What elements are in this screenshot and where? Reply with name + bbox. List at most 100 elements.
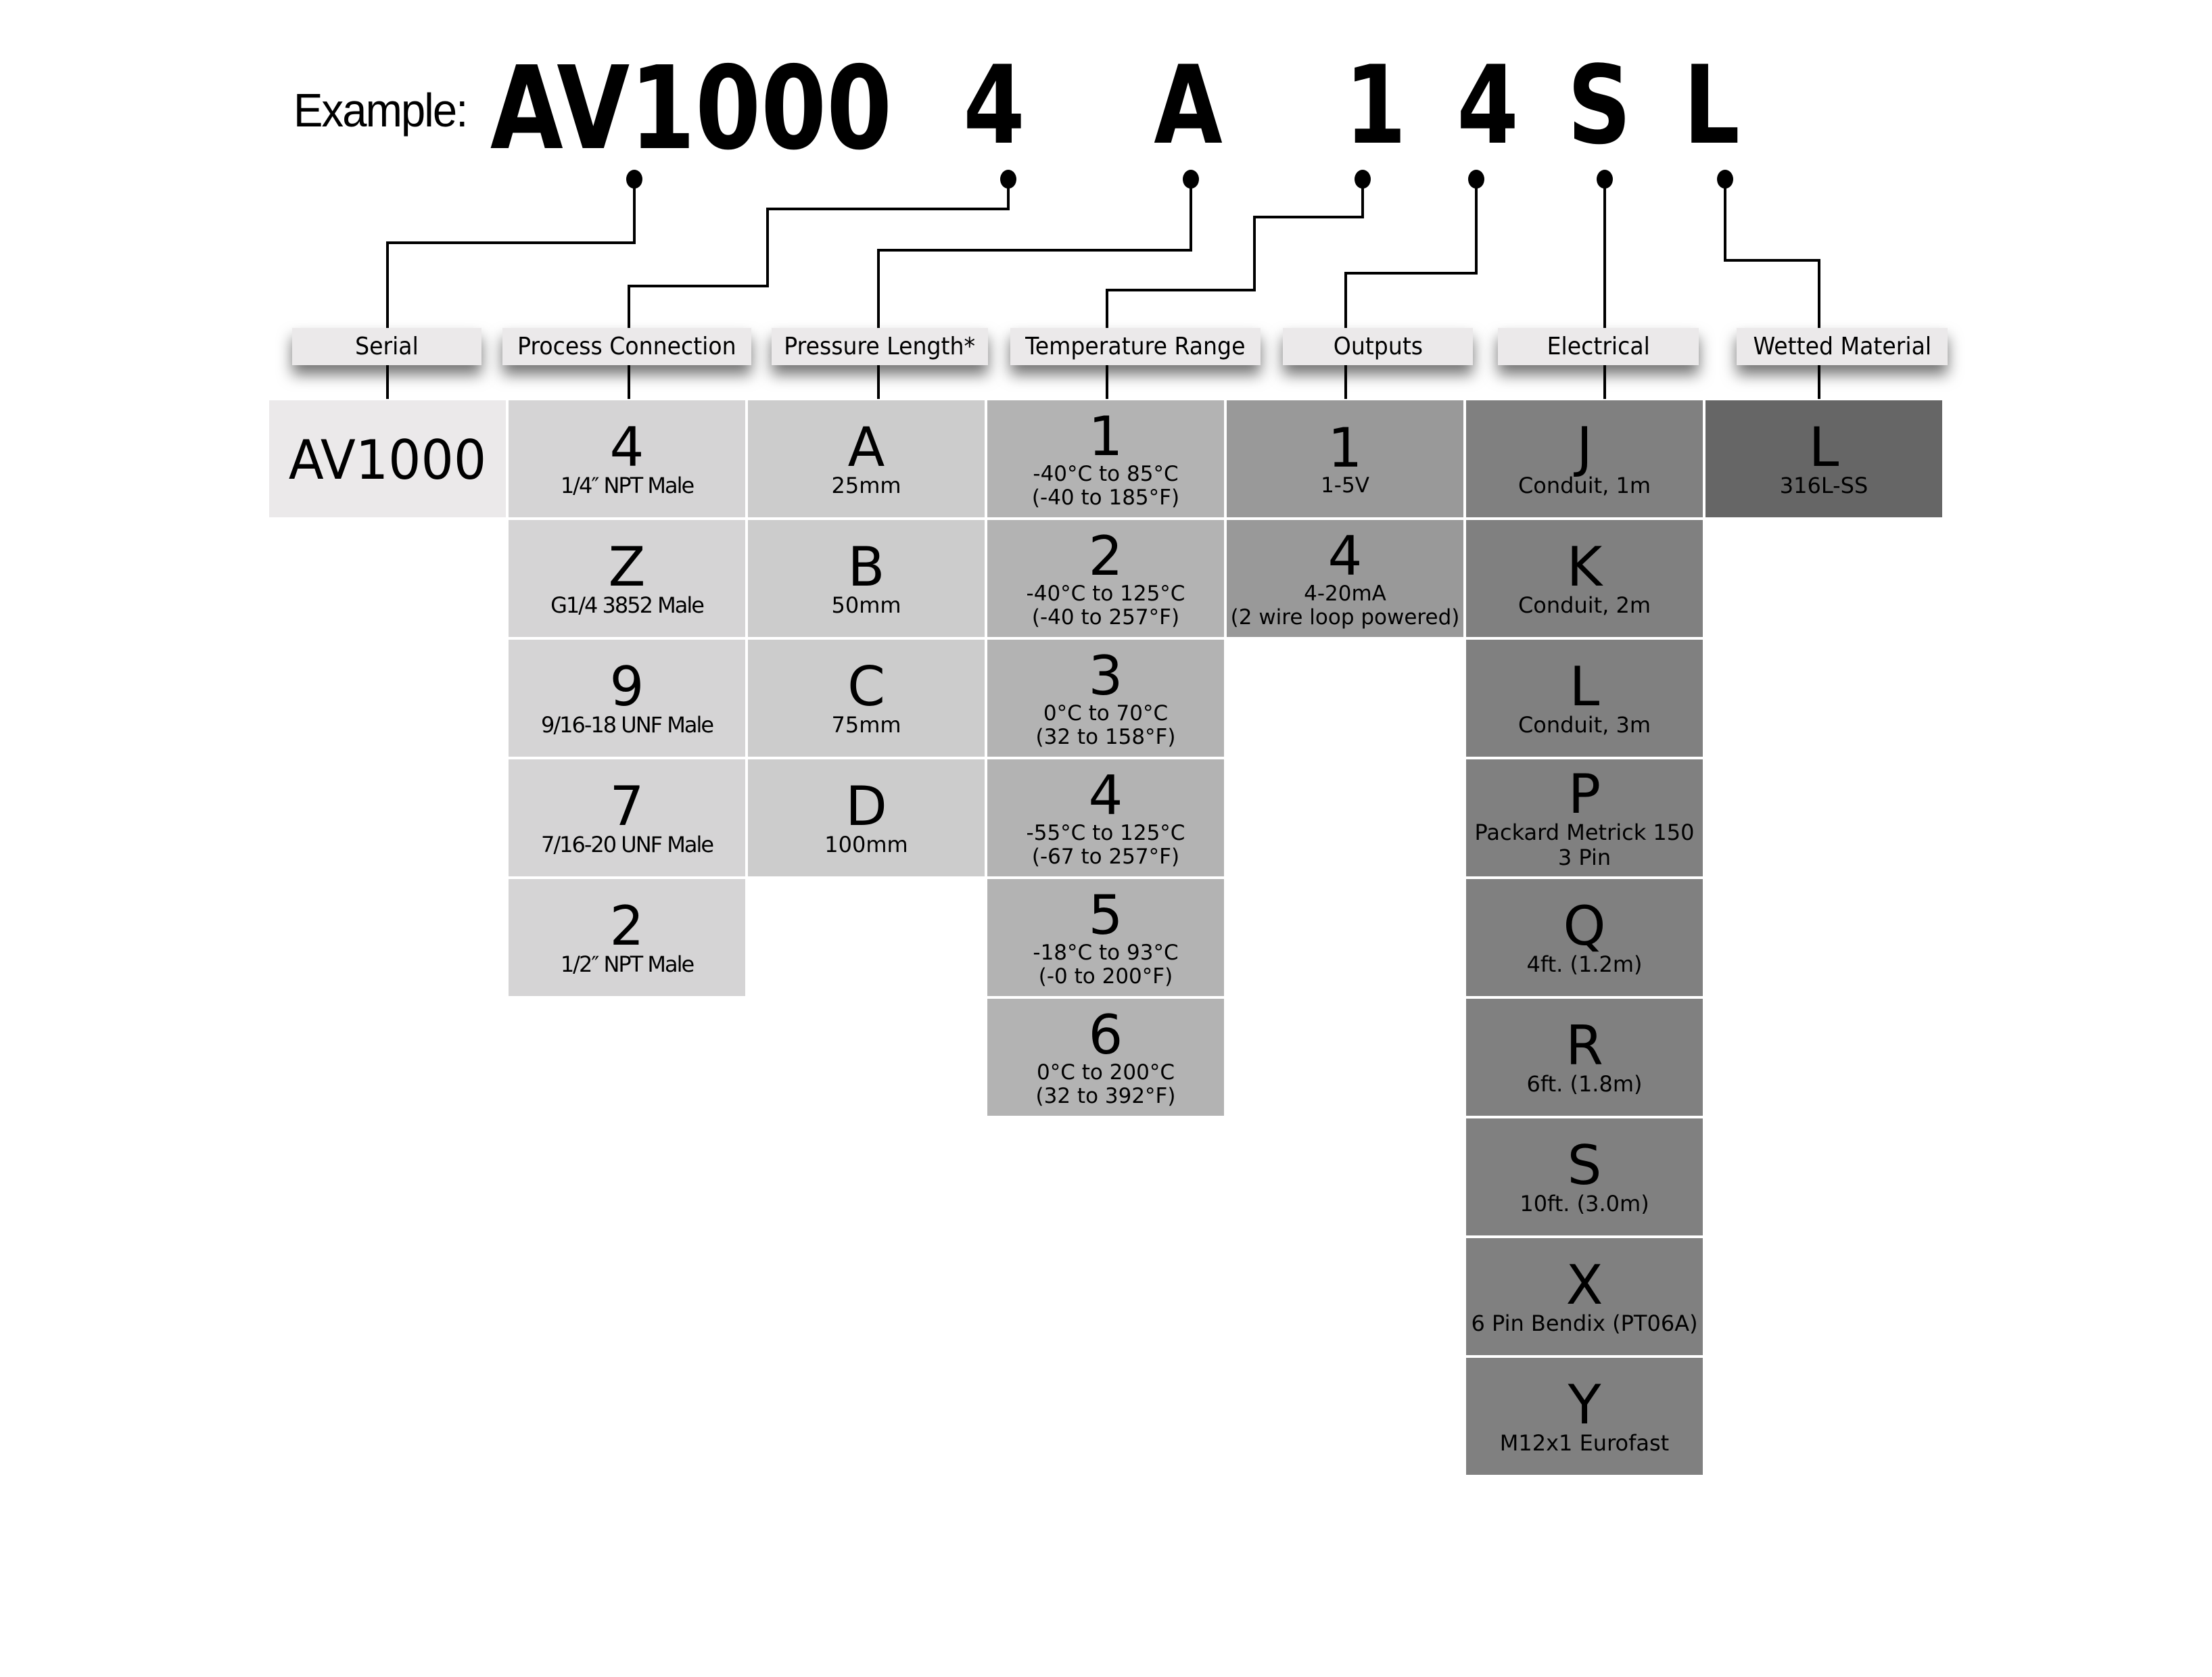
electrical-option-description: 10ft. (3.0m) — [1520, 1191, 1649, 1217]
example-code-temperature: 1 — [1344, 42, 1407, 168]
example-code-outputs: 4 — [1457, 42, 1519, 168]
process-option-cell: 7 7/16-20 UNF Male — [509, 759, 745, 876]
temperature-option-code: 2 — [1088, 524, 1123, 588]
process-option-code: 4 — [609, 416, 644, 479]
electrical-option-code: S — [1567, 1134, 1602, 1198]
outputs-option-cell: 4 4-20mA (2 wire loop powered) — [1227, 520, 1463, 637]
electrical-option-code: R — [1566, 1014, 1603, 1078]
connector-pressure — [877, 179, 1192, 399]
pressure-option-cell: B 50mm — [748, 520, 985, 637]
process-option-description: 9/16-18 UNF Male — [540, 712, 714, 738]
process-option-cell: 9 9/16-18 UNF Male — [509, 640, 745, 757]
column-electrical: J Conduit, 1m K Conduit, 2m L Conduit, 3m P Pac… — [1466, 400, 1703, 1475]
process-option-cell: 2 1/2″ NPT Male — [509, 879, 745, 996]
connector-dot-process — [1000, 170, 1016, 189]
process-option-description: 7/16-20 UNF Male — [540, 832, 714, 858]
column-pressure-length: A 25mm B 50mm C 75mm D 100mm — [748, 400, 985, 876]
pressure-option-code: A — [847, 416, 885, 479]
electrical-option-description: Conduit, 1m — [1517, 473, 1651, 499]
temperature-option-code: 1 — [1088, 404, 1123, 468]
temperature-option-code: 4 — [1088, 763, 1123, 827]
connector-serial — [386, 179, 636, 399]
header-process-connection: Process Connection — [502, 328, 751, 365]
outputs-option-cell: 1 1-5V — [1227, 400, 1463, 517]
pressure-option-description: 50mm — [831, 592, 901, 619]
electrical-option-cell: P Packard Metrick 150 3 Pin — [1466, 759, 1703, 876]
column-outputs: 1 1-5V 4 4-20mA (2 wire loop powered) — [1227, 400, 1463, 637]
pressure-option-code: C — [847, 655, 885, 719]
temperature-option-cell: 4 -55°C to 125°C (-67 to 257°F) — [987, 759, 1224, 876]
electrical-option-cell: R 6ft. (1.8m) — [1466, 999, 1703, 1116]
connector-dot-temperature — [1355, 170, 1371, 189]
electrical-option-code: Q — [1563, 895, 1606, 958]
connector-dot-wetted — [1717, 170, 1733, 189]
electrical-option-description: Conduit, 2m — [1517, 592, 1651, 619]
outputs-option-description: 4-20mA (2 wire loop powered) — [1230, 581, 1460, 630]
wetted-option-code: L — [1808, 416, 1839, 479]
outputs-option-code: 1 — [1327, 417, 1363, 480]
electrical-option-cell: X6 Pin Bendix (PT06A) — [1466, 1238, 1703, 1355]
example-code-process: 4 — [963, 42, 1025, 168]
pressure-option-cell: D 100mm — [748, 759, 985, 876]
header-wetted-material: Wetted Material — [1737, 328, 1948, 365]
electrical-option-code: K — [1566, 536, 1603, 599]
header-temperature-range: Temperature Range — [1010, 328, 1261, 365]
temperature-option-description: -18°C to 93°C (-0 to 200°F) — [1033, 940, 1179, 989]
electrical-option-code: Y — [1568, 1373, 1601, 1437]
connector-wetted — [1724, 179, 1820, 399]
connector-temperature — [1106, 179, 1364, 399]
process-option-description: G1/4 3852 Male — [550, 592, 705, 619]
wetted-option-cell: L 316L-SS — [1705, 400, 1942, 517]
header-pressure-length: Pressure Length* — [772, 328, 988, 365]
pressure-option-description: 25mm — [831, 473, 901, 499]
electrical-option-cell: S 10ft. (3.0m) — [1466, 1118, 1703, 1235]
column-temperature-range: 1 -40°C to 85°C (-40 to 185°F) 2 -40°C to 1… — [987, 400, 1224, 1116]
temperature-option-code: 6 — [1088, 1003, 1123, 1066]
electrical-option-description: 6ft. (1.8m) — [1526, 1071, 1643, 1097]
temperature-option-description: 0°C to 200°C (32 to 392°F) — [1035, 1060, 1176, 1108]
connector-dot-electrical — [1597, 170, 1613, 189]
serial-option-code: AV1000 — [288, 428, 487, 492]
temperature-option-description: 0°C to 70°C (32 to 158°F) — [1035, 701, 1176, 749]
column-process-connection: 4 1/4″ NPT Male Z G1/4 3852 Male 9 9/16-18 UN… — [509, 400, 745, 996]
example-code-serial: AV1000 — [490, 42, 893, 176]
connector-dot-outputs — [1468, 170, 1484, 189]
outputs-option-code: 4 — [1327, 524, 1363, 588]
pressure-option-cell: C 75mm — [748, 640, 985, 757]
electrical-option-description: 4ft. (1.2m) — [1526, 951, 1643, 978]
process-option-code: Z — [608, 536, 646, 599]
process-option-code: 7 — [609, 775, 644, 839]
connector-process — [628, 179, 1010, 399]
process-option-description: 1/2″ NPT Male — [560, 951, 695, 978]
header-outputs: Outputs — [1283, 328, 1473, 365]
serial-option-cell: AV1000 — [269, 400, 506, 517]
process-option-cell: Z G1/4 3852 Male — [509, 520, 745, 637]
column-serial: AV1000 — [269, 400, 506, 517]
temperature-option-code: 5 — [1088, 883, 1123, 947]
temperature-option-cell: 3 0°C to 70°C (32 to 158°F) — [987, 640, 1224, 757]
outputs-option-description: 1-5V — [1321, 473, 1369, 498]
electrical-option-description: Packard Metrick 150 3 Pin — [1474, 819, 1695, 870]
electrical-option-code: L — [1569, 655, 1600, 719]
electrical-option-code: P — [1568, 762, 1601, 826]
pressure-option-description: 75mm — [831, 712, 901, 738]
electrical-option-description: 6 Pin Bendix (PT06A) — [1471, 1310, 1698, 1337]
header-serial: Serial — [292, 328, 481, 365]
process-option-cell: 4 1/4″ NPT Male — [509, 400, 745, 517]
electrical-option-cell: L Conduit, 3m — [1466, 640, 1703, 757]
process-option-code: 2 — [609, 895, 644, 958]
example-code-electrical: S — [1567, 42, 1632, 168]
electrical-option-description: M12x1 Eurofast — [1499, 1430, 1670, 1457]
temperature-option-cell: 2 -40°C to 125°C (-40 to 257°F) — [987, 520, 1224, 637]
pressure-option-description: 100mm — [824, 832, 908, 858]
electrical-option-code: X — [1566, 1254, 1603, 1317]
wetted-option-description: 316L-SS — [1779, 473, 1868, 499]
electrical-option-cell: K Conduit, 2m — [1466, 520, 1703, 637]
temperature-option-description: -40°C to 125°C (-40 to 257°F) — [1026, 581, 1185, 630]
pressure-option-cell: A 25mm — [748, 400, 985, 517]
temperature-option-code: 3 — [1088, 644, 1123, 707]
electrical-option-description: Conduit, 3m — [1517, 712, 1651, 738]
example-code-wetted: L — [1683, 42, 1740, 168]
temperature-option-description: -40°C to 85°C (-40 to 185°F) — [1031, 461, 1180, 510]
pressure-option-code: D — [845, 775, 887, 839]
